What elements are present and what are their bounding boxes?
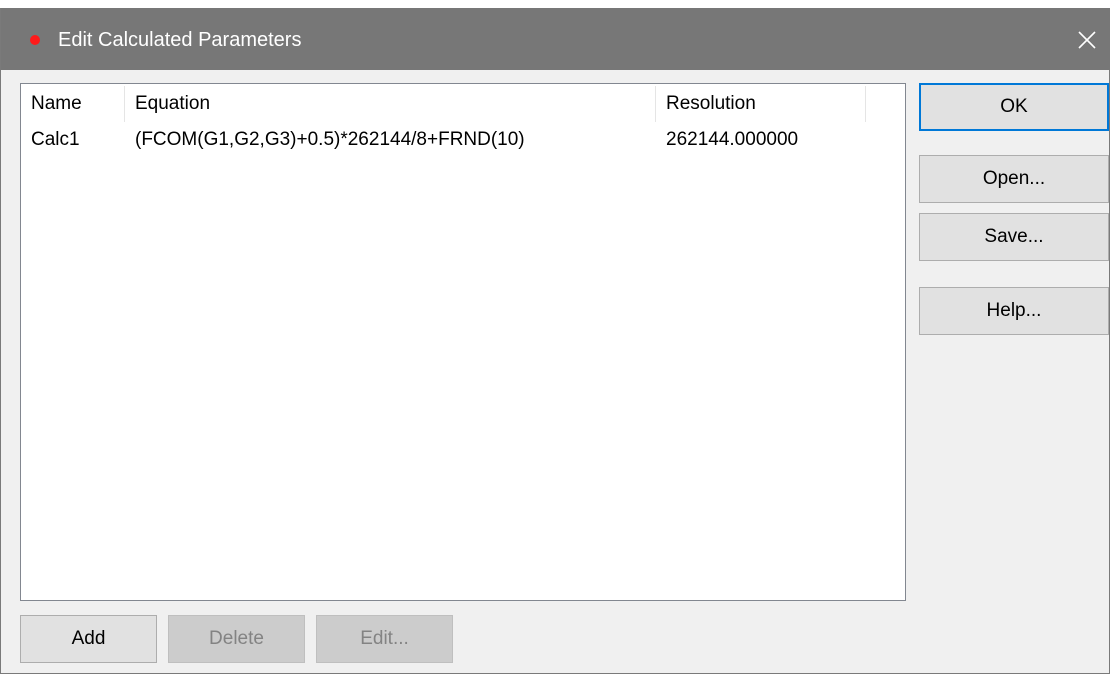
edit-calculated-parameters-dialog: Edit Calculated Parameters Name Equation… — [0, 8, 1110, 674]
save-button[interactable]: Save... — [919, 213, 1109, 261]
cell-resolution: 262144.000000 — [666, 129, 799, 150]
list-row[interactable]: Calc1 (FCOM(G1,G2,G3)+0.5)*262144/8+FRND… — [21, 124, 905, 156]
title-bar: Edit Calculated Parameters — [1, 8, 1110, 70]
column-divider[interactable] — [865, 86, 866, 122]
record-dot-icon — [30, 35, 40, 45]
edit-button[interactable]: Edit... — [316, 615, 453, 663]
window-title: Edit Calculated Parameters — [58, 29, 302, 51]
add-button[interactable]: Add — [20, 615, 157, 663]
close-icon — [1078, 31, 1096, 49]
cell-name: Calc1 — [31, 129, 80, 150]
column-header-resolution[interactable]: Resolution — [656, 84, 865, 124]
column-header-equation[interactable]: Equation — [125, 84, 656, 124]
help-button[interactable]: Help... — [919, 287, 1109, 335]
column-header-name[interactable]: Name — [21, 84, 125, 124]
open-button[interactable]: Open... — [919, 155, 1109, 203]
list-header: Name Equation Resolution — [21, 84, 905, 124]
cell-equation: (FCOM(G1,G2,G3)+0.5)*262144/8+FRND(10) — [135, 129, 525, 150]
close-button[interactable] — [1065, 18, 1109, 62]
ok-button[interactable]: OK — [919, 83, 1109, 131]
parameters-list[interactable]: Name Equation Resolution Calc1 (FCOM(G1,… — [20, 83, 906, 601]
delete-button[interactable]: Delete — [168, 615, 305, 663]
